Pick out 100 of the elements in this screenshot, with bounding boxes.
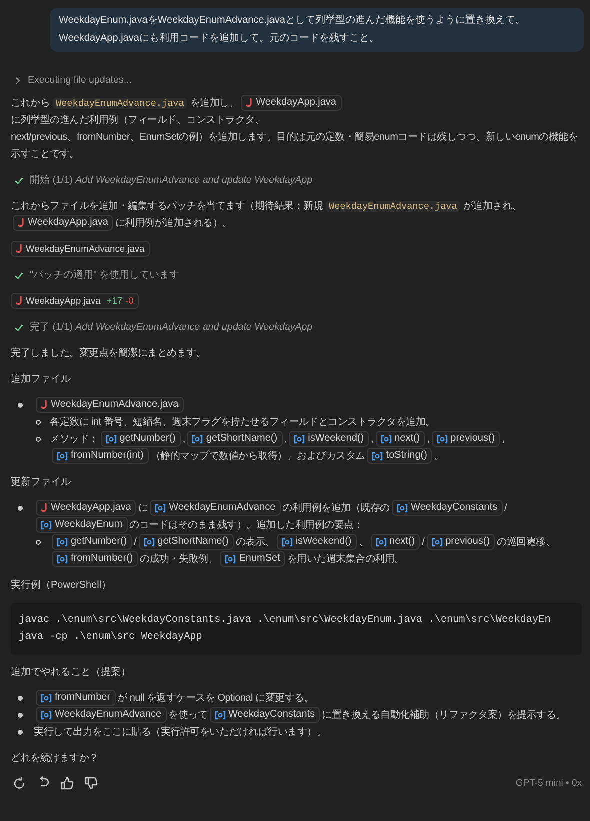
java-file-icon [41,503,48,514]
text: が null を返すケースを Optional に変更する。 [118,693,314,704]
text: 、 [358,537,369,548]
inline-code: WeekdayEnumAdvance.java [326,201,460,212]
symbol-icon [436,434,448,444]
status-text: 完了 (1/1) Add WeekdayEnumAdvance and update WeekdayApp [30,320,313,335]
text: 各定数に int 番号、短縮名、週末フラグを持たせるフィールドとコンストラクタを追加。 [50,417,436,428]
bullet-icon [18,403,23,408]
symbol-icon [214,710,226,720]
bullet-icon [36,420,41,425]
text: に置き換える自動化補助（リファクタ案）を提示する。 [322,710,566,721]
symbol-icon [41,710,52,720]
symbol-chip[interactable]: WeekdayConstants [392,500,502,516]
symbol-icon [282,538,293,547]
symbol-icon [144,538,155,547]
symbol-chip[interactable]: isWeekend() [289,431,370,448]
code-block: javac .\enum\src\WeekdayConstants.java .\enum\src\WeekdayEnum.java .\enum\src\WeekdayEn java -cp .\enum\src WeekdayApp [11,603,582,655]
symbol-icon [57,452,68,461]
text: どれを続けますか？ [11,753,99,764]
bullet-icon [36,437,41,442]
java-file-icon [246,98,254,108]
text: / [422,537,425,548]
text: の成功・失敗例、 [140,554,218,565]
thumbs-up-icon[interactable] [60,776,75,791]
text: next/previous、fromNumber、EnumSetの例）を追加します。目的は元の定数・簡易enumコードは残しつつ、新しいenumの機能を [11,132,578,143]
text: 示すことです。 [11,149,80,160]
text: , [502,434,505,445]
file-chip[interactable]: WeekdayApp.java [13,215,114,232]
file-chip[interactable]: WeekdayApp.java +17 -0 [11,293,139,310]
java-file-icon [16,296,23,306]
symbol-icon [57,538,68,547]
symbol-icon [57,554,68,564]
text: に利用例が追加される）。 [115,218,232,229]
check-icon [14,270,24,280]
java-file-icon [41,400,48,410]
text: / [504,503,508,514]
inline-code: WeekdayEnumAdvance.java [53,98,188,109]
symbol-icon [396,504,408,513]
bullet-icon [18,696,23,701]
symbol-chip[interactable]: getShortName() [138,534,234,550]
text: （静的マップで数値から取得）、およびカスタム [150,451,366,462]
symbol-chip[interactable]: next() [370,534,420,550]
symbol-chip[interactable]: EnumSet [220,551,286,568]
model-label: GPT-5 mini • 0x [516,777,582,791]
symbol-chip[interactable]: getNumber() [100,431,181,448]
file-chip[interactable]: WeekdayEnumAdvance.java [11,241,150,258]
java-file-icon [18,218,25,228]
retry-icon[interactable] [12,776,27,791]
symbol-chip[interactable]: isWeekend() [276,534,357,550]
symbol-icon [41,694,52,703]
symbol-chip[interactable]: next() [376,431,426,448]
progress-label[interactable]: Executing file updates... [28,72,132,89]
text: , [371,434,374,445]
symbol-chip[interactable]: WeekdayEnum [36,517,128,534]
file-chip[interactable]: WeekdayApp.java [36,500,136,516]
file-chip[interactable]: WeekdayEnumAdvance.java [36,397,184,414]
bullet-icon [18,730,23,735]
text: を使って [168,710,208,721]
text: を用いた週末集合の利用。 [287,554,404,565]
user-message: WeekdayEnum.javaをWeekdayEnumAdvance.javaとして列挙型の進んだ機能を使うように置き換えて。 WeekdayApp.javaにも利用コードを追加して。元のコードを残すこと。 [50,8,584,52]
symbol-chip[interactable]: fromNumber() [52,551,138,568]
symbol-icon [155,504,166,513]
symbol-icon [106,434,117,444]
symbol-icon [41,520,52,530]
symbol-chip[interactable]: getNumber() [52,534,132,550]
file-chip[interactable]: WeekdayApp.java [241,95,342,112]
section-heading: 追加ファイル [11,372,72,387]
text: , [427,434,430,445]
symbol-chip[interactable]: previous() [426,534,496,550]
check-icon [14,176,24,186]
status-text: "パッチの適用" を使用しています [30,268,180,283]
text: 実行して出力をここに貼る（実行許可をいただければ行います）。 [34,727,326,738]
symbol-icon [376,538,387,547]
chevron-icon[interactable] [14,76,22,84]
text: 。 [434,451,444,462]
symbol-chip[interactable]: fromNumber [36,690,116,706]
symbol-chip[interactable]: fromNumber(int) [52,448,149,464]
text: これから [11,98,50,109]
symbol-icon [294,434,306,444]
section-heading: 実行例（PowerShell） [11,578,113,593]
text: に列挙型の進んだ利用例（フィールド、コンストラクタ、 [11,115,264,126]
symbol-icon [380,434,392,444]
symbol-chip[interactable]: previous() [432,431,500,448]
thumbs-down-icon[interactable] [84,776,99,791]
symbol-chip[interactable]: getShortName() [187,431,283,448]
symbol-chip[interactable]: toString() [367,448,432,464]
text: が追加され、 [463,201,522,212]
section-heading: 更新ファイル [11,476,72,490]
symbol-icon [372,452,384,461]
text: , [182,434,186,445]
status-text: 開始 (1/1) Add WeekdayEnumAdvance and update WeekdayApp [30,174,313,188]
section-heading: 追加でやれること（提案） [11,666,132,680]
text: に [138,503,148,514]
text: の表示、 [236,537,275,548]
symbol-icon [432,538,443,547]
symbol-chip[interactable]: WeekdayConstants [210,707,320,724]
symbol-icon [225,554,236,564]
symbol-chip[interactable]: WeekdayEnumAdvance [150,500,281,516]
java-file-icon [16,244,23,254]
symbol-chip[interactable]: WeekdayEnumAdvance [36,707,167,724]
